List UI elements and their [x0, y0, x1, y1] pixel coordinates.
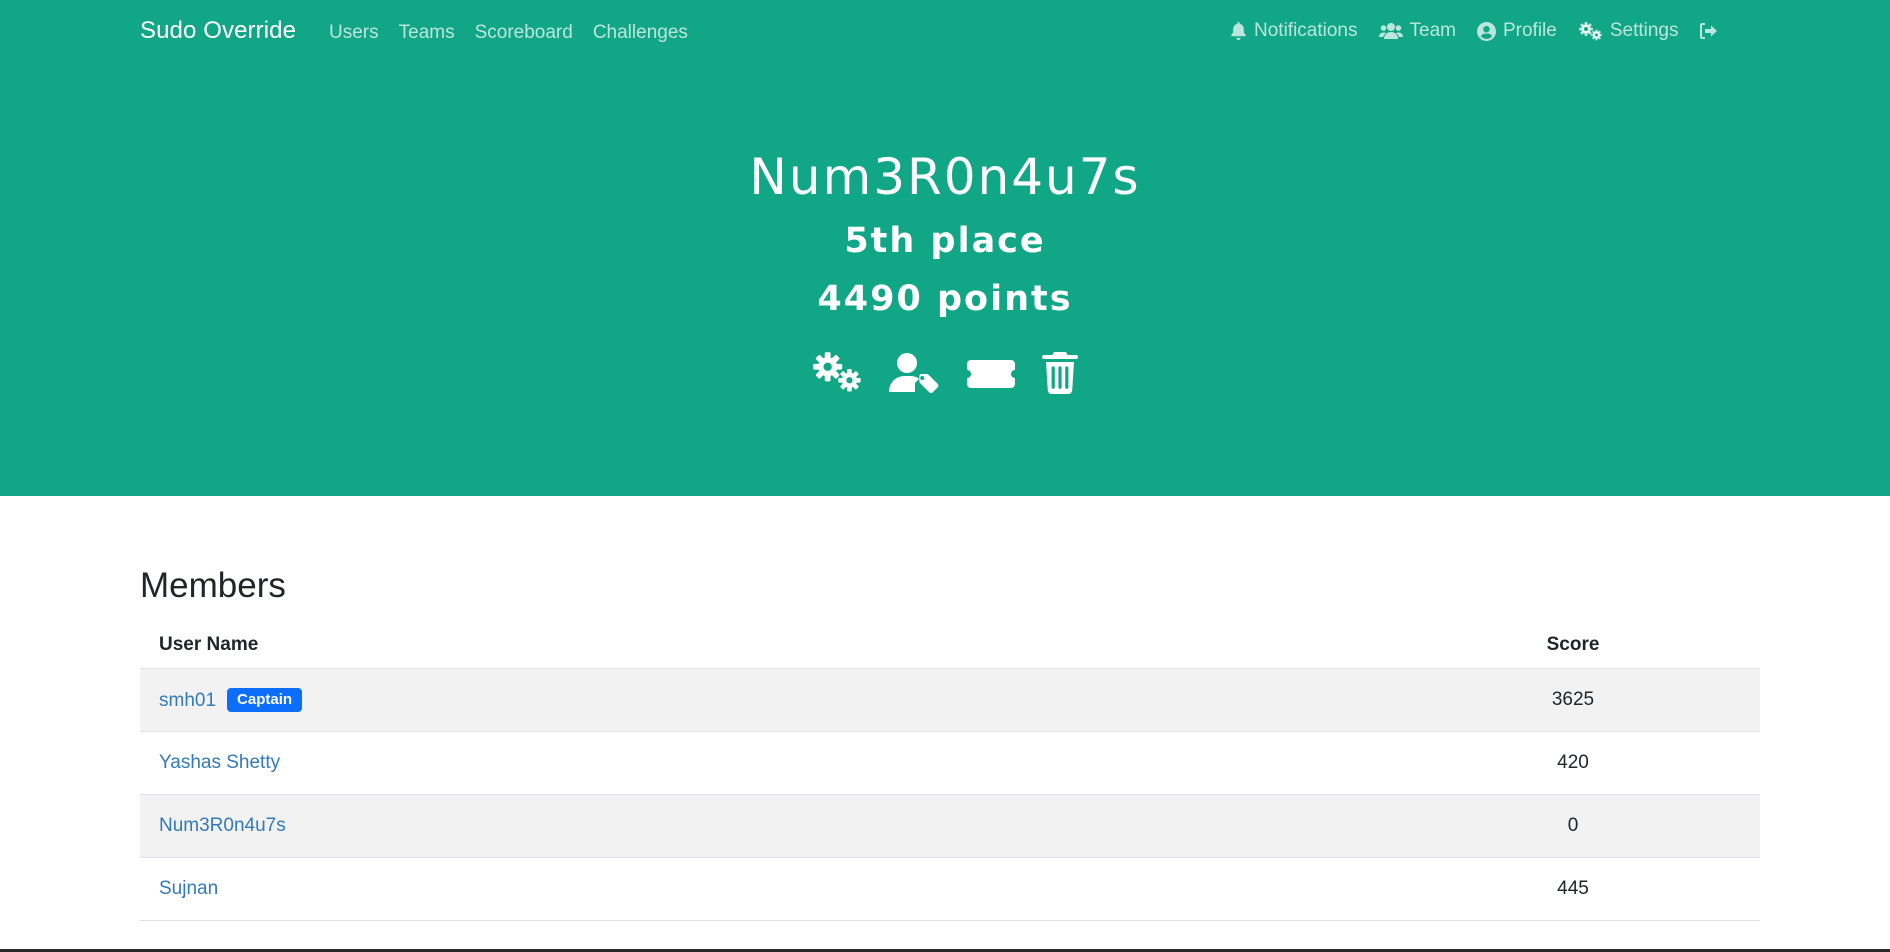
nav-users-link[interactable]: Users [329, 22, 379, 44]
nav-settings-label: Settings [1609, 20, 1679, 41]
gears-icon [1578, 21, 1602, 40]
nav-teams-link[interactable]: Teams [399, 22, 455, 44]
team-points: 4490 points [817, 279, 1073, 319]
member-score: 420 [1386, 731, 1760, 795]
logout-link[interactable] [1699, 22, 1719, 40]
trash-icon [1042, 352, 1078, 394]
member-score: 0 [1386, 794, 1760, 858]
nav-settings-link[interactable]: Settings [1578, 20, 1679, 42]
team-name: Num3R0n4u7s [749, 148, 1141, 206]
invite-ticket-button[interactable] [967, 352, 1015, 394]
member-name-cell: Yashas Shetty [140, 731, 1386, 795]
nav-notifications-label: Notifications [1254, 20, 1358, 41]
nav-right: Notifications Team Profile Settings [1230, 20, 1719, 42]
member-link[interactable]: Yashas Shetty [159, 752, 280, 773]
members-table: User Name Score smh01 Captain 3625 Yashas… [140, 622, 1760, 921]
member-name-cell: smh01 Captain [140, 668, 1386, 732]
users-icon [1378, 23, 1403, 39]
table-header-row: User Name Score [140, 622, 1760, 669]
table-row: Sujnan 445 [140, 857, 1760, 921]
navbar: Sudo Override Users Teams Scoreboard Cha… [0, 0, 1890, 66]
member-name-cell: Num3R0n4u7s [140, 794, 1386, 858]
member-link[interactable]: Sujnan [159, 878, 218, 899]
disband-team-button[interactable] [1041, 352, 1079, 394]
column-header-username: User Name [140, 622, 1386, 669]
captain-badge: Captain [227, 687, 303, 712]
table-row: Num3R0n4u7s 0 [140, 794, 1760, 858]
column-header-score: Score [1386, 622, 1760, 669]
sign-out-icon [1700, 23, 1718, 39]
member-score: 445 [1386, 857, 1760, 921]
nav-challenges-link[interactable]: Challenges [593, 22, 688, 44]
ticket-icon [967, 360, 1015, 388]
nav-scoreboard-link[interactable]: Scoreboard [475, 22, 573, 44]
nav-profile-link[interactable]: Profile [1476, 20, 1557, 42]
nav-left: Users Teams Scoreboard Challenges [329, 22, 708, 44]
brand-link[interactable]: Sudo Override [140, 17, 296, 45]
team-place: 5th place [844, 221, 1046, 261]
team-actions [0, 352, 1890, 394]
member-score: 3625 [1386, 668, 1760, 732]
nav-notifications-link[interactable]: Notifications [1230, 20, 1358, 42]
table-row-partial [140, 920, 1760, 952]
table-row: Yashas Shetty 420 [140, 731, 1760, 795]
gears-icon [813, 352, 861, 392]
nav-team-link[interactable]: Team [1378, 20, 1456, 42]
team-settings-button[interactable] [811, 352, 863, 394]
user-circle-icon [1476, 21, 1496, 41]
members-heading: Members [140, 566, 286, 605]
manage-members-button[interactable] [889, 352, 941, 394]
user-tag-icon [889, 353, 939, 393]
bell-icon [1231, 21, 1246, 40]
member-name-cell: Sujnan [140, 857, 1386, 921]
nav-team-label: Team [1409, 20, 1456, 41]
member-link[interactable]: Num3R0n4u7s [159, 815, 286, 836]
table-row: smh01 Captain 3625 [140, 668, 1760, 732]
nav-profile-label: Profile [1502, 20, 1557, 41]
member-link[interactable]: smh01 [159, 690, 216, 711]
team-header: Num3R0n4u7s 5th place 4490 points [0, 66, 1890, 496]
